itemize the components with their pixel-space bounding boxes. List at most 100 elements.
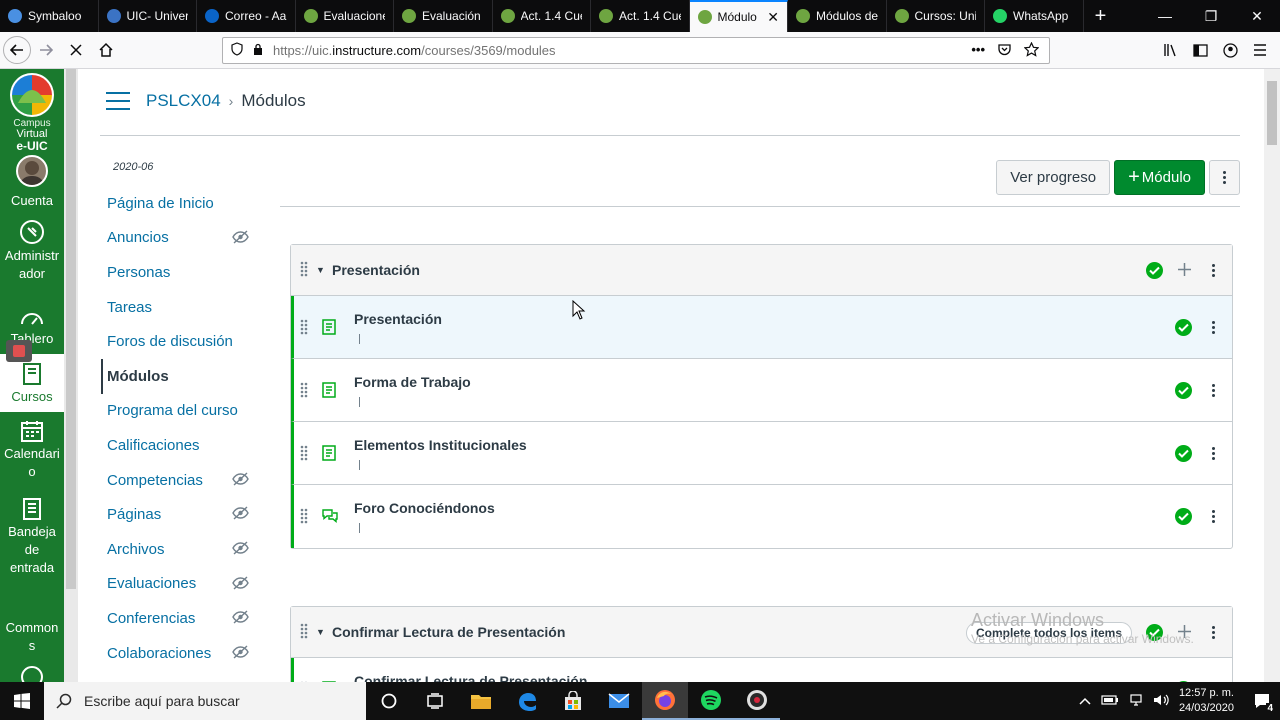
taskbar-clock[interactable]: 12:57 p. m. 24/03/2020 — [1179, 686, 1234, 716]
browser-tab[interactable]: Act. 1.4 Cue — [591, 0, 690, 32]
modules-options-button[interactable] — [1209, 160, 1240, 195]
browser-tab[interactable]: Módulos de — [788, 0, 887, 32]
module-item[interactable]: Confirmar Lectura de Presentación — [291, 658, 1232, 682]
published-check-icon[interactable] — [1175, 319, 1192, 336]
globalnav-account[interactable]: Cuenta — [0, 155, 64, 211]
globalnav-commons[interactable]: Commons — [0, 619, 64, 659]
store-button[interactable] — [550, 682, 596, 720]
back-icon[interactable] — [3, 36, 31, 64]
home-icon[interactable] — [91, 35, 121, 65]
module-item-title[interactable]: Confirmar Lectura de Presentación — [354, 673, 587, 682]
coursenav-item[interactable]: Conferencias — [101, 601, 271, 636]
show-hidden-icons-icon[interactable] — [1079, 694, 1091, 708]
coursenav-item[interactable]: Calificaciones — [101, 428, 271, 463]
tracking-shield-icon[interactable] — [231, 42, 243, 59]
module-item[interactable]: Forma de Trabajo — [291, 359, 1232, 422]
module-kebab-icon[interactable] — [1206, 264, 1220, 277]
coursenav-item[interactable]: Programa del curso — [101, 394, 271, 429]
course-menu-toggle-icon[interactable] — [106, 92, 130, 110]
browser-tab[interactable]: UIC- Univer — [99, 0, 197, 32]
module-item[interactable]: Presentación — [291, 296, 1232, 359]
published-check-icon[interactable] — [1175, 382, 1192, 399]
drag-handle-icon[interactable] — [300, 508, 308, 529]
new-tab-button[interactable]: + — [1084, 0, 1118, 32]
globalnav-courses[interactable]: Cursos — [0, 354, 64, 412]
breadcrumb-course-link[interactable]: PSLCX04 — [146, 91, 221, 111]
sidebar-icon[interactable] — [1188, 35, 1212, 65]
lock-icon[interactable] — [253, 43, 263, 59]
module-item-title[interactable]: Presentación — [354, 311, 442, 327]
drag-handle-icon[interactable] — [300, 445, 308, 466]
task-view-button[interactable] — [412, 682, 458, 720]
globalnav-help[interactable] — [0, 665, 64, 682]
globalnav-calendar[interactable]: Calendario — [0, 419, 64, 489]
add-item-icon[interactable] — [1177, 262, 1192, 280]
drag-handle-icon[interactable] — [300, 382, 308, 403]
coursenav-item[interactable]: Competencias — [101, 463, 271, 498]
page-scroll-thumb[interactable] — [1267, 81, 1277, 145]
network-icon[interactable] — [1129, 693, 1143, 710]
browser-tab[interactable]: Módulo ✕ — [689, 0, 788, 32]
menu-icon[interactable] — [1248, 35, 1272, 65]
module-item-title[interactable]: Foro Conociéndonos — [354, 500, 495, 516]
edge-button[interactable] — [504, 682, 550, 720]
drag-handle-icon[interactable] — [300, 319, 308, 340]
browser-tab[interactable]: Evaluación — [394, 0, 493, 32]
library-icon[interactable] — [1158, 35, 1182, 65]
drag-handle-icon[interactable] — [300, 623, 308, 642]
published-check-icon[interactable] — [1175, 508, 1192, 525]
forward-icon[interactable] — [31, 35, 61, 65]
cortana-button[interactable] — [366, 682, 412, 720]
coursenav-item[interactable]: Evaluaciones — [101, 567, 271, 602]
coursenav-item[interactable]: Tareas — [101, 290, 271, 325]
add-module-button[interactable]: + Módulo — [1114, 160, 1205, 195]
start-button[interactable] — [0, 682, 44, 720]
published-check-icon[interactable] — [1146, 262, 1163, 279]
browser-tab[interactable]: Act. 1.4 Cue — [493, 0, 591, 32]
module-item-title[interactable]: Elementos Institucionales — [354, 437, 527, 453]
page-scrollbar[interactable] — [1264, 69, 1280, 682]
stop-loading-icon[interactable] — [61, 35, 91, 65]
module-header[interactable]: ▼ Presentación — [291, 245, 1232, 296]
mail-button[interactable] — [596, 682, 642, 720]
coursenav-item[interactable]: Anuncios — [101, 221, 271, 256]
item-kebab-icon[interactable] — [1206, 510, 1220, 523]
module-item[interactable]: Foro Conociéndonos — [291, 485, 1232, 548]
pocket-icon[interactable] — [997, 42, 1012, 60]
browser-tab[interactable]: Correo - Aa — [197, 0, 296, 32]
globalnav-admin[interactable]: Administrador — [0, 219, 64, 289]
account-icon[interactable] — [1218, 35, 1242, 65]
coursenav-item[interactable]: Página de Inicio — [101, 186, 271, 221]
coursenav-item[interactable]: Personas — [101, 255, 271, 290]
item-kebab-icon[interactable] — [1206, 447, 1220, 460]
volume-icon[interactable] — [1153, 693, 1169, 710]
module-kebab-icon[interactable] — [1206, 626, 1220, 639]
action-center-button[interactable]: 4 — [1244, 682, 1280, 720]
coursenav-item[interactable]: Colaboraciones — [101, 636, 271, 671]
spotify-button[interactable] — [688, 682, 734, 720]
module-item[interactable]: Elementos Institucionales — [291, 422, 1232, 485]
record-button[interactable] — [6, 340, 32, 362]
coursenav-item[interactable]: Páginas — [101, 497, 271, 532]
browser-tab[interactable]: Cursos: Uni — [887, 0, 985, 32]
firefox-button[interactable] — [642, 682, 688, 720]
browser-tab[interactable]: Symbaloo — [0, 0, 99, 32]
minimize-icon[interactable]: — — [1142, 0, 1188, 32]
item-kebab-icon[interactable] — [1206, 321, 1220, 334]
browser-tab[interactable]: WhatsApp — [985, 0, 1084, 32]
battery-icon[interactable] — [1101, 694, 1119, 708]
close-window-icon[interactable]: ✕ — [1234, 0, 1280, 32]
coursenav-item[interactable]: Foros de discusión — [101, 324, 271, 359]
drag-handle-icon[interactable] — [300, 261, 308, 280]
globalnav-scroll-thumb[interactable] — [66, 69, 76, 589]
url-bar[interactable]: https://uic. instructure.com/courses/3569… — [222, 37, 1050, 64]
taskbar-search[interactable]: Escribe aquí para buscar — [44, 682, 366, 720]
close-tab-icon[interactable]: ✕ — [767, 9, 779, 26]
globalnav-inbox[interactable]: Bandeja de entrada — [0, 497, 64, 583]
globalnav-scrollbar[interactable] — [64, 69, 78, 682]
media-app-button[interactable] — [734, 682, 780, 720]
collapse-caret-icon[interactable]: ▼ — [316, 265, 325, 275]
view-progress-button[interactable]: Ver progreso — [996, 160, 1111, 195]
campus-logo[interactable]: Campus Virtual e-UIC — [0, 69, 64, 153]
bookmark-star-icon[interactable] — [1023, 41, 1040, 60]
